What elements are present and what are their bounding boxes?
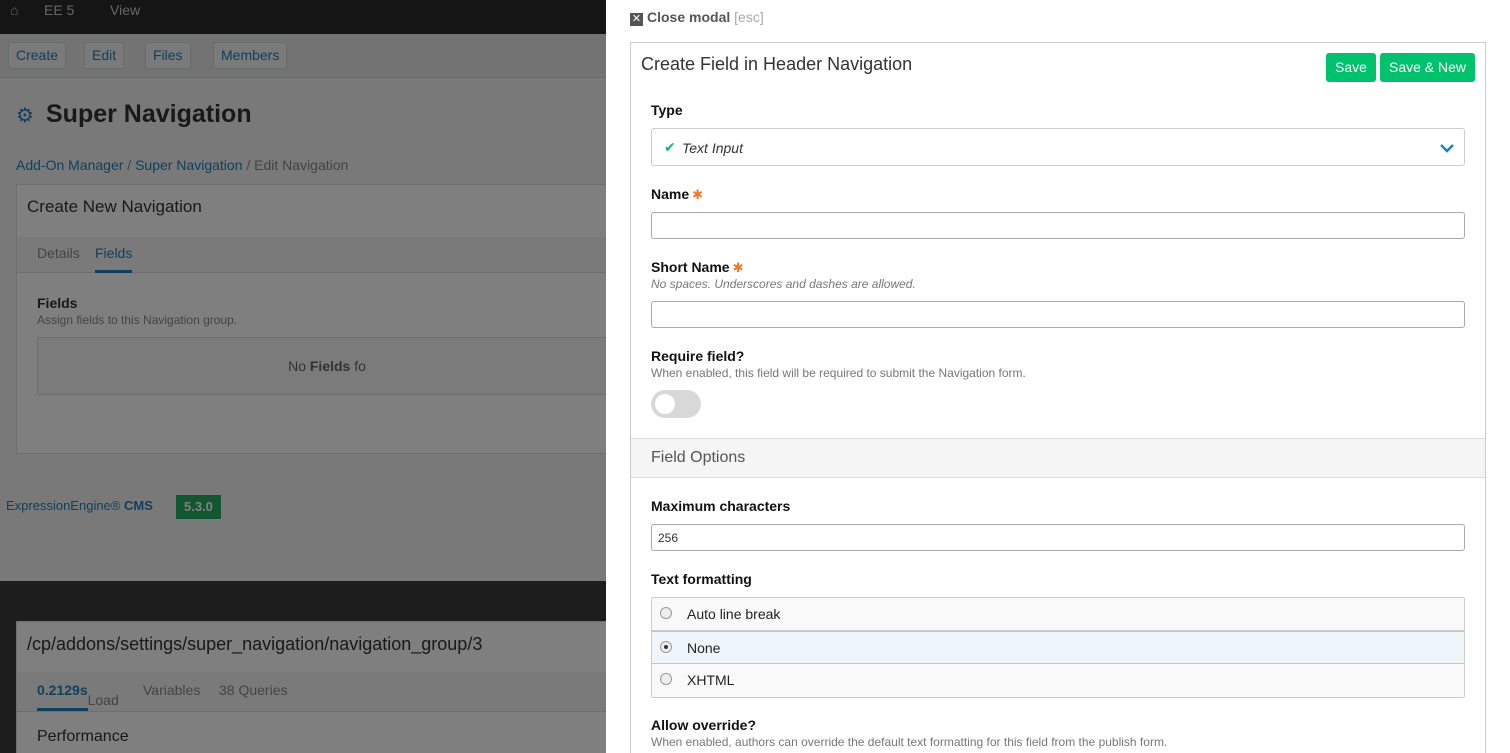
close-modal-label: Close modal	[647, 9, 731, 25]
close-modal-hint: [esc]	[734, 9, 764, 25]
radio-button[interactable]	[660, 673, 672, 685]
save-button[interactable]: Save	[1326, 53, 1376, 82]
required-icon: ✱	[732, 260, 744, 275]
field-options-header: Field Options	[631, 438, 1485, 478]
name-label: Name ✱	[651, 186, 703, 203]
create-field-panel: Create Field in Header Navigation Save S…	[630, 42, 1486, 753]
close-icon: ✕	[630, 13, 643, 26]
text-formatting-options: Auto line break None XHTML	[651, 597, 1465, 698]
required-icon: ✱	[692, 187, 704, 202]
panel-title: Create Field in Header Navigation	[641, 54, 913, 74]
chevron-down-icon	[1440, 144, 1454, 153]
short-name-label: Short Name ✱	[651, 259, 743, 276]
radio-label: Auto line break	[687, 606, 781, 622]
radio-option-xhtml[interactable]: XHTML	[652, 664, 1464, 697]
short-name-description: No spaces. Underscores and dashes are al…	[651, 277, 916, 291]
max-characters-input[interactable]	[651, 524, 1465, 551]
require-field-label: Require field?	[651, 348, 745, 364]
allow-override-label: Allow override?	[651, 717, 757, 733]
short-name-label-text: Short Name	[651, 259, 730, 275]
radio-label: None	[687, 640, 721, 656]
allow-override-description: When enabled, authors can override the d…	[651, 735, 1168, 749]
name-label-text: Name	[651, 186, 690, 202]
radio-option-auto-line-break[interactable]: Auto line break	[652, 598, 1464, 631]
save-and-new-button[interactable]: Save & New	[1380, 53, 1476, 82]
radio-option-none[interactable]: None	[652, 631, 1464, 664]
short-name-input[interactable]	[651, 301, 1465, 328]
max-characters-label: Maximum characters	[651, 498, 791, 514]
radio-button[interactable]	[660, 607, 672, 619]
type-label: Type	[651, 102, 683, 118]
type-selected-value: Text Input	[682, 140, 743, 156]
name-input[interactable]	[651, 212, 1465, 239]
radio-button-selected[interactable]	[660, 641, 672, 653]
require-field-description: When enabled, this field will be require…	[651, 366, 1026, 380]
radio-label: XHTML	[687, 672, 735, 688]
check-icon: ✔	[664, 139, 676, 155]
close-modal-button[interactable]: ✕ Close modal [esc]	[630, 9, 764, 26]
radio-dot	[664, 645, 668, 649]
field-modal: ✕ Close modal [esc] Create Field in Heade…	[606, 0, 1510, 753]
toggle-knob	[655, 394, 675, 414]
text-formatting-label: Text formatting	[651, 571, 752, 587]
field-options-title: Field Options	[651, 449, 746, 466]
require-field-toggle[interactable]	[651, 390, 701, 418]
type-select[interactable]: ✔ Text Input	[651, 128, 1465, 166]
